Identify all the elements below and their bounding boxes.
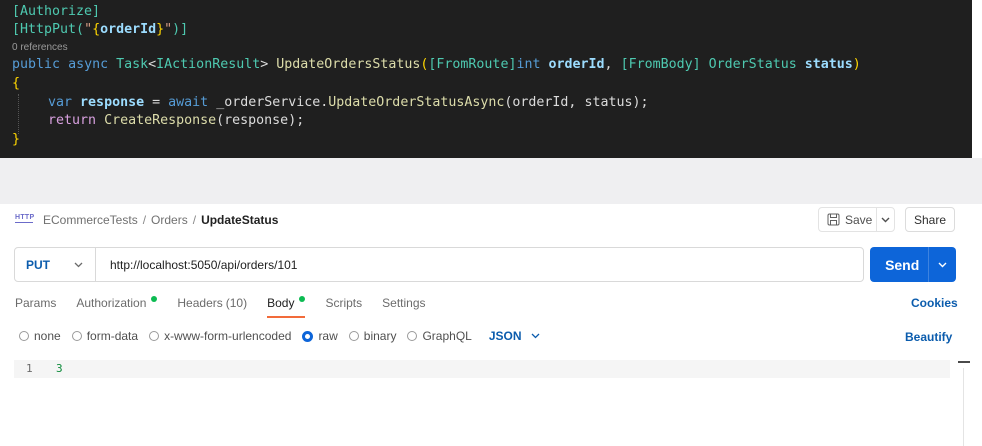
code-references[interactable]: 0 references [12,42,68,54]
editor-content[interactable]: 3 [56,360,63,378]
beautify-button[interactable]: Beautify [905,330,952,344]
tab-label: Settings [382,296,426,310]
method-label: PUT [26,257,50,272]
tab-authorization[interactable]: Authorization [76,292,158,318]
code-line-response: var response = await _orderService.Updat… [48,95,649,110]
breadcrumb: HTTP ECommerceTests / Orders / UpdateSta… [15,209,278,231]
send-button-group: Send [870,247,956,282]
code-brace-close: } [12,132,21,147]
scrollbar-thumb[interactable] [958,361,970,363]
body-editor[interactable]: 1 3 [14,356,970,446]
breadcrumb-folder[interactable]: Orders [151,213,188,227]
http-request-icon: HTTP [15,214,35,223]
body-language-select[interactable]: JSON [489,329,540,343]
save-control: Save [818,207,895,232]
code-editor: [Authorize] [HttpPut("{orderId}")] 0 ref… [0,0,972,158]
radio-button[interactable] [19,331,29,341]
tab-label: Authorization [76,296,147,310]
tab-body[interactable]: Body [267,292,306,318]
method-select[interactable]: PUT [15,258,95,272]
tab-label: Params [15,296,57,310]
radio-button[interactable] [348,331,359,341]
tab-label: Scripts [325,296,363,310]
tab-scripts[interactable]: Scripts [325,292,362,318]
body-type-options: none form-data x-www-form-urlencoded raw… [19,328,540,344]
save-options-button[interactable] [875,208,894,231]
chevron-down-icon [938,262,947,267]
code-line-authorize: [Authorize] [12,4,101,19]
radio-button[interactable] [149,331,160,341]
send-button[interactable]: Send [870,257,928,273]
breadcrumb-separator: / [142,213,147,227]
indent-guide [18,94,20,134]
option-label: x-www-form-urlencoded [164,329,292,343]
body-type-form-data[interactable]: form-data [71,329,139,343]
body-language-label: JSON [488,329,522,343]
radio-button[interactable] [407,331,418,341]
option-label: GraphQL [422,329,472,343]
status-dot [299,296,306,302]
status-dot [151,296,158,302]
tab-label: Body [267,296,295,310]
option-label: raw [318,329,338,343]
tab-label: Headers [177,296,223,310]
send-options-button[interactable] [928,247,956,282]
separator-band [0,158,982,204]
body-type-urlencoded[interactable]: x-www-form-urlencoded [149,329,291,343]
option-label: form-data [86,329,139,343]
body-type-graphql[interactable]: GraphQL [407,329,472,343]
radio-button[interactable] [71,331,82,341]
tab-settings[interactable]: Settings [382,292,425,318]
radio-button-selected[interactable] [302,330,314,342]
save-label: Save [845,212,873,227]
save-icon [827,213,840,226]
line-number: 1 [26,362,33,375]
chevron-down-icon [531,333,539,339]
tab-headers[interactable]: Headers (10) [177,292,247,318]
chevron-down-icon [74,262,83,267]
cookies-link[interactable]: Cookies [911,296,958,310]
body-type-raw[interactable]: raw [302,329,338,343]
breadcrumb-separator: / [192,213,197,227]
request-tabs: Params Authorization Headers (10) Body Sc… [15,292,446,318]
tab-count: (10) [225,296,248,310]
scrollbar-track[interactable] [963,368,964,446]
code-line-return: return CreateResponse(response); [48,113,305,128]
option-label: none [34,329,61,343]
editor-line: 1 3 [14,360,950,378]
request-url-bar: PUT http://localhost:5050/api/orders/101 [14,247,864,282]
save-button[interactable]: Save [819,213,876,227]
body-type-binary[interactable]: binary [348,329,397,343]
chevron-down-icon [881,217,890,222]
code-line-httpput: [HttpPut("{orderId}")] [12,22,189,37]
share-button[interactable]: Share [905,207,955,232]
tab-params[interactable]: Params [15,292,56,318]
option-label: binary [363,329,397,343]
body-type-none[interactable]: none [19,329,61,343]
code-line-signature: public async Task<IActionResult> UpdateO… [12,57,861,72]
url-input[interactable]: http://localhost:5050/api/orders/101 [96,258,297,272]
breadcrumb-request-name[interactable]: UpdateStatus [201,213,278,227]
code-brace-open: { [12,76,21,91]
breadcrumb-collection[interactable]: ECommerceTests [43,213,138,227]
